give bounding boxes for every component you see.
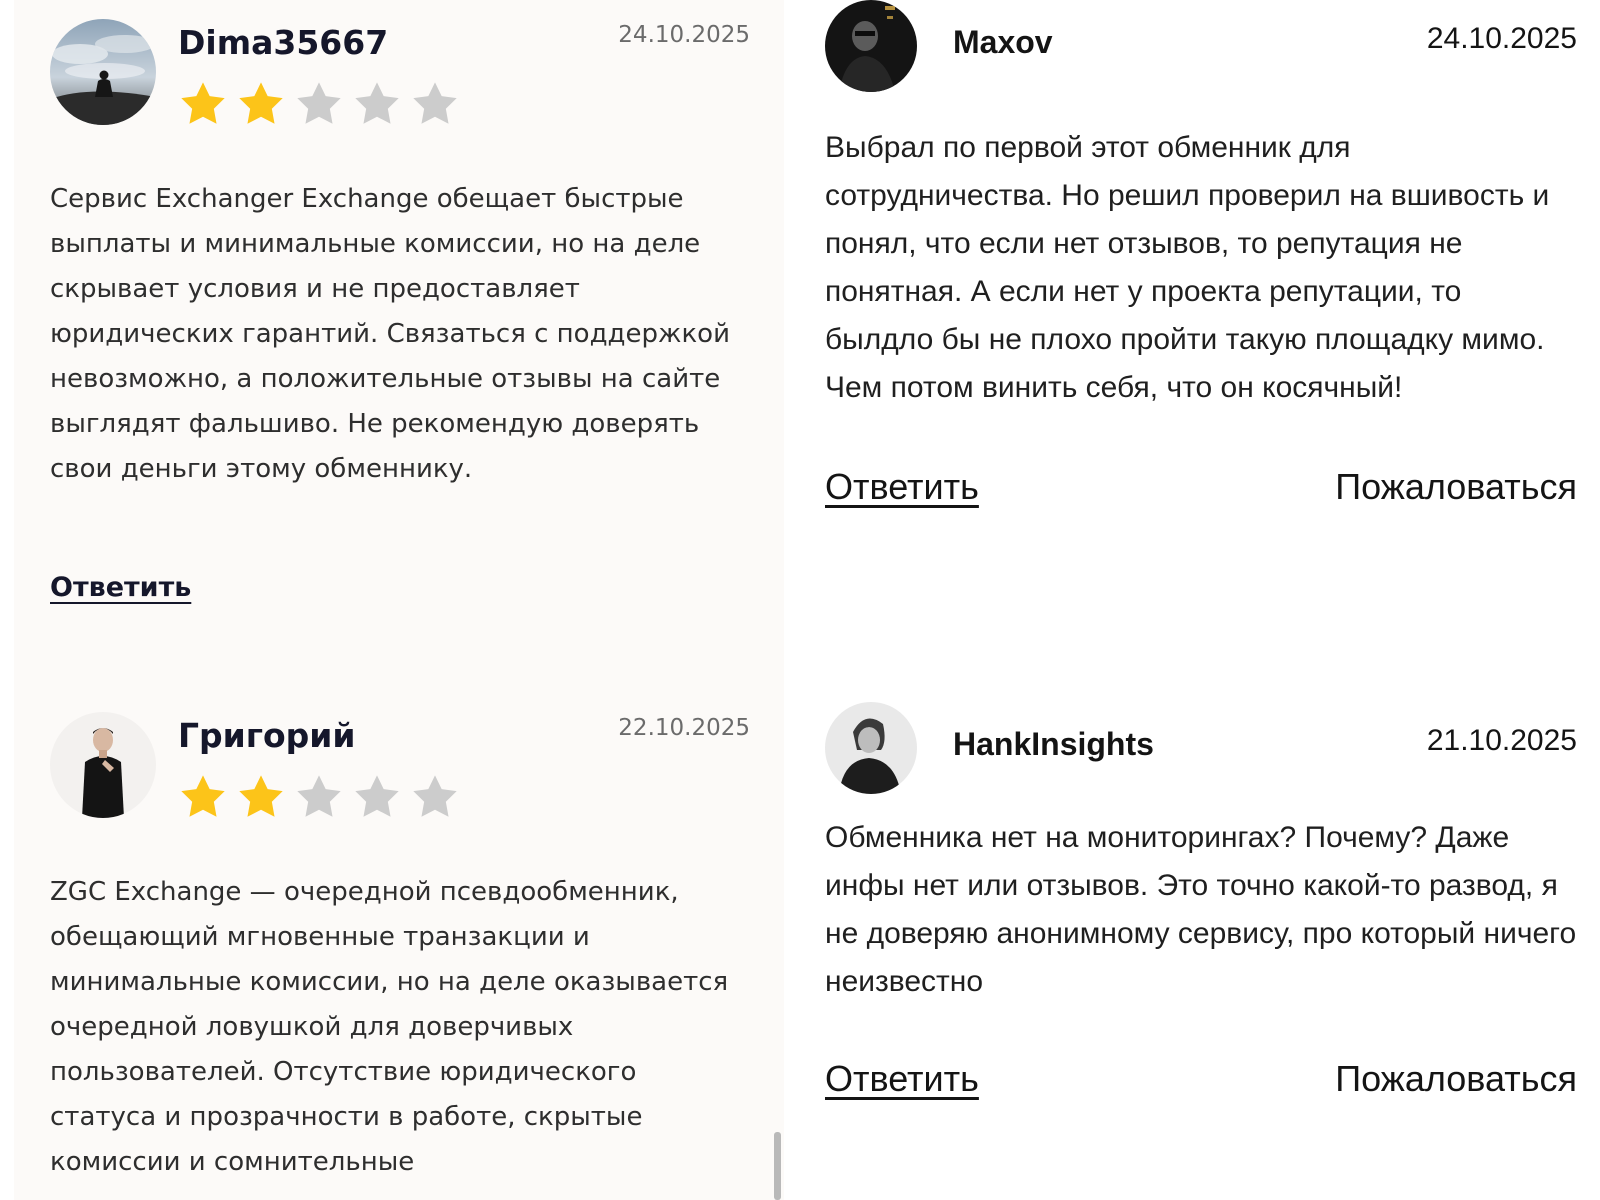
report-link[interactable]: Пожаловаться xyxy=(1335,466,1577,508)
star-empty-icon xyxy=(413,82,457,124)
reply-link[interactable]: Ответить xyxy=(825,1058,979,1100)
review-date: 24.10.2025 xyxy=(618,22,750,48)
review-text: Выбрал по первой этот обменник для сотру… xyxy=(825,131,1550,404)
star-empty-icon xyxy=(413,775,457,817)
star-rating xyxy=(178,79,460,129)
star-empty-icon xyxy=(297,775,341,817)
review-author: Dima35667 xyxy=(178,23,389,62)
star-empty-icon xyxy=(355,775,399,817)
review-date: 21.10.2025 xyxy=(1426,724,1577,757)
avatar xyxy=(825,702,917,794)
review-author: Григорий xyxy=(178,716,356,755)
star-rating xyxy=(178,772,460,822)
report-link[interactable]: Пожаловаться xyxy=(1335,1058,1577,1100)
review-date: 24.10.2025 xyxy=(1426,22,1577,55)
scrollbar-thumb[interactable] xyxy=(774,1132,781,1200)
review-text: Сервис Exchanger Exchange обещает быстры… xyxy=(50,184,730,484)
star-filled-icon xyxy=(239,82,283,124)
avatar xyxy=(50,712,156,818)
reviews-left-panel: Dima35667 24.10.2025 Сервис Exchanger Ex… xyxy=(14,0,784,1200)
review-date: 22.10.2025 xyxy=(618,715,750,741)
reply-link[interactable]: Ответить xyxy=(50,572,191,603)
avatar xyxy=(50,19,156,125)
star-empty-icon xyxy=(355,82,399,124)
review-text: Обменника нет на мониторингах? Почему? Д… xyxy=(825,821,1577,998)
review-author: Maxov xyxy=(953,24,1053,60)
reply-link[interactable]: Ответить xyxy=(825,466,979,508)
star-empty-icon xyxy=(297,82,341,124)
star-filled-icon xyxy=(181,82,225,124)
star-filled-icon xyxy=(239,775,283,817)
review-author: HankInsights xyxy=(953,726,1154,762)
review-text: ZGC Exchange — очередной псевдообменник,… xyxy=(50,877,729,1177)
avatar xyxy=(825,0,917,92)
star-filled-icon xyxy=(181,775,225,817)
